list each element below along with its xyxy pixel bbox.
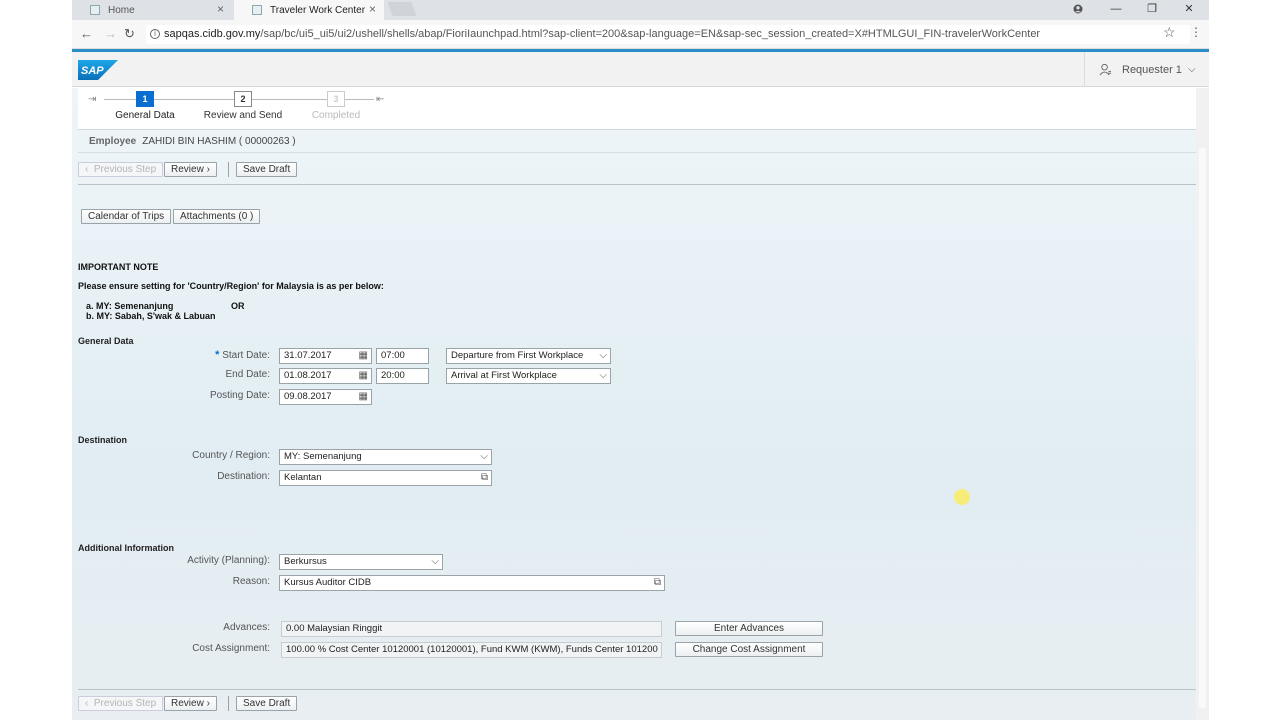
destination-input[interactable]: Kelantan ⧉ — [279, 470, 492, 486]
employee-info: Employee ZAHIDI BIN HASHIM ( 00000263 ) — [89, 136, 296, 147]
step-1-marker[interactable]: 1 — [136, 91, 154, 107]
enter-advances-button[interactable]: Enter Advances — [675, 621, 823, 636]
destination-label: Destination: — [217, 471, 270, 482]
reason-label: Reason: — [232, 576, 270, 587]
posting-date-label: Posting Date: — [209, 390, 270, 401]
start-date-label: * Start Date: — [215, 349, 270, 361]
tab-label: Home — [108, 4, 135, 16]
end-date-label: End Date: — [225, 369, 270, 380]
change-cost-assignment-button[interactable]: Change Cost Assignment — [675, 642, 823, 657]
end-time-input[interactable]: 20:00 — [376, 368, 429, 384]
start-time-input[interactable]: 07:00 — [376, 348, 429, 364]
user-name: Requester 1 — [1122, 63, 1182, 76]
advances-label: Advances: — [223, 622, 270, 633]
activity-label: Activity (Planning): — [187, 555, 270, 566]
chevron-down-icon: ⌵ — [480, 451, 488, 462]
review-button[interactable]: Review › — [164, 162, 217, 177]
back-arrow-icon[interactable]: ← — [80, 26, 93, 41]
country-region-select[interactable]: MY: Semenanjung ⌵ — [279, 449, 492, 465]
save-draft-button[interactable]: Save Draft — [236, 162, 298, 177]
new-tab-button[interactable] — [387, 2, 417, 16]
advances-value: 0.00 Malaysian Ringgit — [281, 621, 662, 637]
close-tab-icon[interactable]: × — [217, 2, 224, 16]
close-tab-icon[interactable]: × — [369, 2, 376, 16]
previous-step-button: ‹ Previous Step — [78, 162, 164, 177]
note-item-a: a. MY: Semenanjung — [86, 301, 174, 311]
additional-info-heading: Additional Information — [78, 543, 174, 553]
end-date-input[interactable]: 01.08.2017 ▦ — [279, 368, 372, 384]
mouse-cursor-highlight — [954, 489, 970, 505]
tab-traveler-work-center[interactable]: Traveler Work Center × — [234, 0, 384, 20]
start-type-select[interactable]: Departure from First Workplace ⌵ — [446, 348, 611, 364]
bookmark-star-icon[interactable]: ☆ — [1163, 24, 1176, 41]
step-3-marker: 3 — [327, 91, 345, 107]
url-input[interactable]: i sapqas.cidb.gov.my/sap/bc/ui5_ui5/ui2/u… — [146, 25, 1190, 44]
value-help-icon: ⧉ — [653, 577, 661, 588]
employee-label: Employee — [89, 136, 137, 147]
reason-input[interactable]: Kursus Auditor CIDB ⧉ — [279, 575, 665, 591]
restore-button[interactable]: ❐ — [1134, 0, 1170, 20]
roadmap-wizard: ⇥ 1 General Data 2 Review and Send 3 Com… — [78, 88, 1196, 130]
roadmap-start-icon: ⇥ — [88, 94, 97, 105]
roadmap-end-icon: ⇤ — [376, 94, 385, 105]
scrollbar-thumb[interactable] — [1199, 148, 1206, 708]
important-note-text: Please ensure setting for 'Country/Regio… — [78, 281, 384, 291]
page-icon — [90, 5, 100, 15]
note-or: OR — [231, 301, 245, 311]
activity-select[interactable]: Berkursus ⌵ — [279, 554, 443, 570]
calendar-icon: ▦ — [358, 370, 368, 381]
general-data-heading: General Data — [78, 336, 134, 346]
reload-icon[interactable]: ↻ — [124, 26, 135, 42]
url-path: /sap/bc/ui5_ui5/ui2/ushell/shells/abap/F… — [260, 28, 1041, 40]
employee-value: ZAHIDI BIN HASHIM ( 00000263 ) — [142, 136, 296, 147]
forward-arrow-icon[interactable]: → — [104, 26, 117, 41]
minimize-button[interactable]: — — [1098, 0, 1134, 20]
posting-date-input[interactable]: 09.08.2017 ▦ — [279, 389, 372, 405]
tab-label: Traveler Work Center — [270, 4, 366, 16]
url-host: sapqas.cidb.gov.my — [164, 28, 261, 40]
country-region-label: Country / Region: — [192, 450, 270, 461]
attachments-button[interactable]: Attachments (0 ) — [173, 209, 261, 224]
cost-assignment-label: Cost Assignment: — [192, 643, 270, 654]
step-1-label[interactable]: General Data — [90, 110, 200, 121]
app-content: ⇥ 1 General Data 2 Review and Send 3 Com… — [72, 88, 1196, 720]
tab-bar: Home × Traveler Work Center × — ❐ ✕ — [72, 0, 1209, 20]
previous-step-button-bottom: ‹ Previous Step — [78, 696, 164, 711]
close-window-button[interactable]: ✕ — [1171, 0, 1207, 20]
end-type-select[interactable]: Arrival at First Workplace ⌵ — [446, 368, 611, 384]
more-menu-icon[interactable]: ⋮ — [1190, 25, 1202, 39]
step-2-marker[interactable]: 2 — [234, 91, 252, 107]
required-marker: * — [215, 349, 220, 361]
user-icon — [1099, 63, 1112, 76]
chevron-down-icon: ⌵ — [599, 370, 607, 381]
calendar-icon: ▦ — [358, 350, 368, 361]
calendar-icon: ▦ — [358, 391, 368, 402]
cost-assignment-value: 100.00 % Cost Center 10120001 (10120001)… — [281, 642, 662, 658]
note-item-b: b. MY: Sabah, S'wak & Labuan — [86, 311, 216, 321]
calendar-of-trips-button[interactable]: Calendar of Trips — [81, 209, 172, 224]
profile-icon[interactable] — [1060, 0, 1096, 20]
save-draft-button-bottom[interactable]: Save Draft — [236, 696, 298, 711]
sap-logo[interactable]: SAP — [78, 60, 118, 80]
chevron-down-icon: ⌵ — [431, 556, 439, 567]
value-help-icon: ⧉ — [480, 472, 488, 483]
tab-home[interactable]: Home × — [72, 0, 232, 20]
shell-header: SAP Requester 1 ⌵ — [72, 52, 1209, 87]
important-note-title: IMPORTANT NOTE — [78, 262, 159, 272]
step-3-label: Completed — [311, 110, 361, 121]
svg-text:SAP: SAP — [81, 65, 104, 77]
page-icon — [252, 5, 262, 15]
review-button-bottom[interactable]: Review › — [164, 696, 217, 711]
info-icon[interactable]: i — [150, 29, 160, 39]
start-date-input[interactable]: 31.07.2017 ▦ — [279, 348, 372, 364]
address-bar: ← → ↻ i sapqas.cidb.gov.my/sap/bc/ui5_ui5… — [72, 20, 1209, 49]
chevron-down-icon: ⌵ — [599, 350, 607, 361]
vertical-scrollbar[interactable] — [1196, 88, 1209, 720]
chevron-down-icon: ⌵ — [1187, 64, 1196, 75]
user-menu[interactable]: Requester 1 ⌵ — [1084, 52, 1209, 87]
browser-window: Home × Traveler Work Center × — ❐ ✕ ← → … — [72, 0, 1209, 720]
destination-heading: Destination — [78, 435, 128, 445]
